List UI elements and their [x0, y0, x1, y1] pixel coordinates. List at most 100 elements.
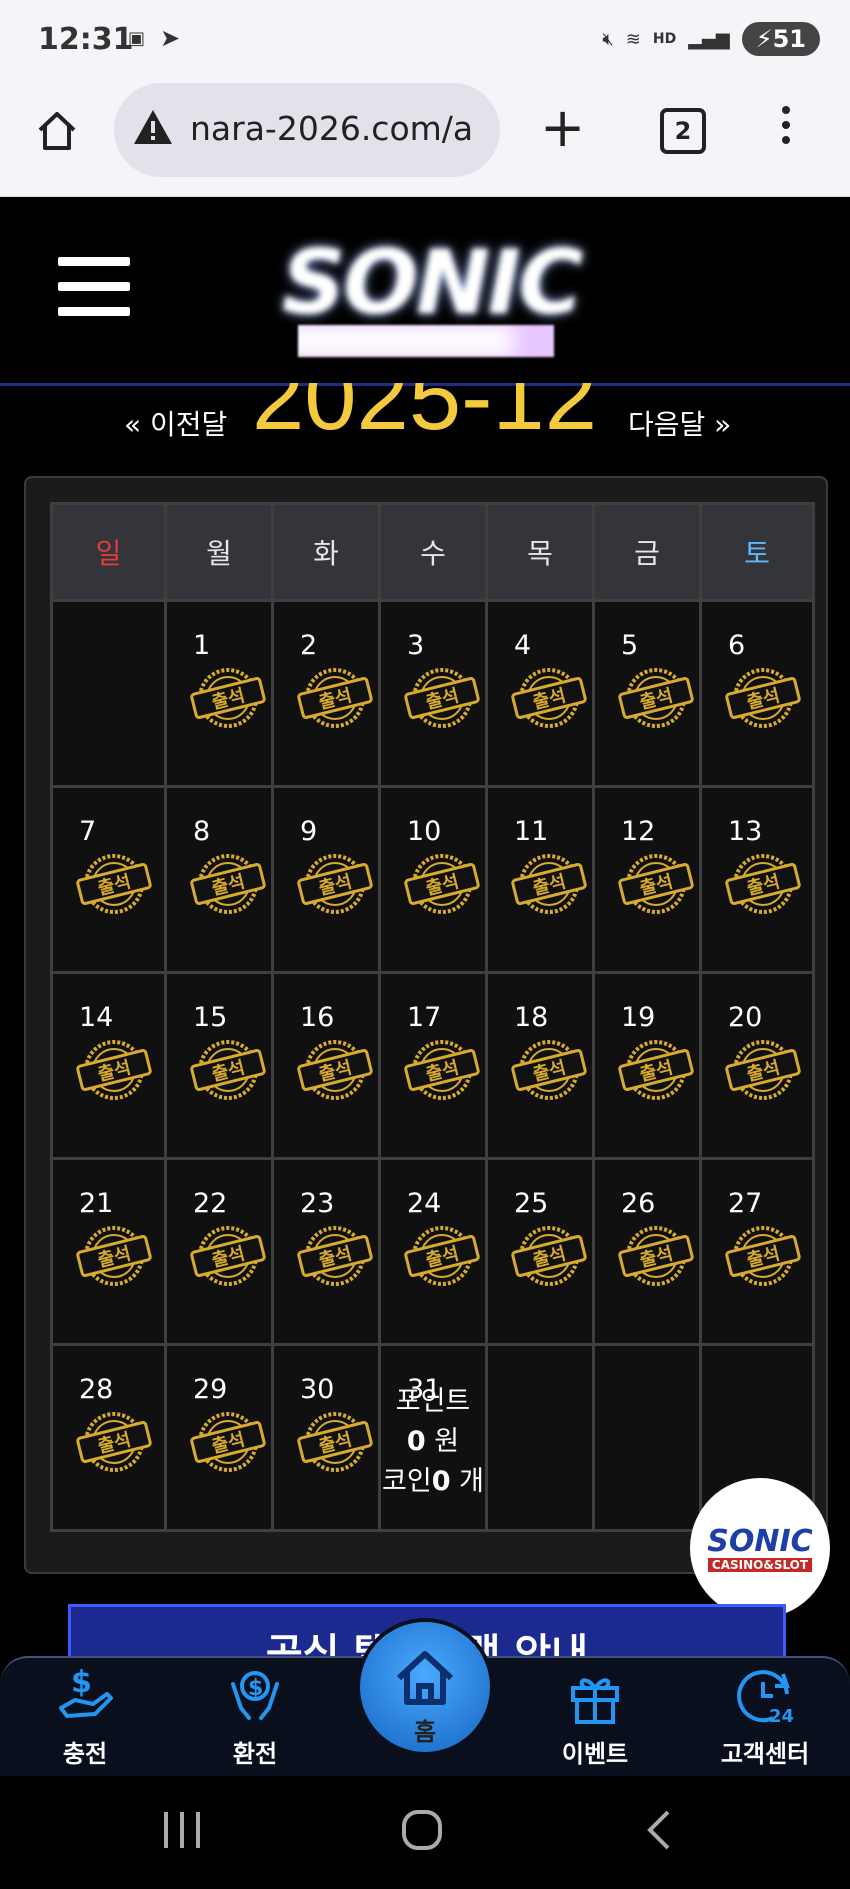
day-number: 20 [728, 1002, 763, 1033]
calendar-day-cell[interactable]: 24 출석 [378, 1157, 488, 1346]
address-bar[interactable]: nara-2026.com/a [114, 83, 500, 177]
nav-support[interactable]: 24 고객센터 [690, 1664, 840, 1769]
nav-withdraw[interactable]: $ 환전 [180, 1664, 330, 1769]
calendar-day-cell[interactable]: 17 출석 [378, 971, 488, 1160]
recent-apps-icon[interactable] [160, 1810, 204, 1850]
attendance-stamp-icon: 출석 [297, 668, 373, 728]
calendar-day-cell[interactable]: 8 출석 [164, 785, 274, 974]
calendar-day-cell[interactable]: 31 포인트 0 원 코인0 개 [378, 1343, 488, 1532]
tab-switcher-button[interactable]: 2 [660, 108, 706, 154]
day-number: 3 [407, 630, 425, 661]
day-number: 26 [621, 1188, 656, 1219]
withdraw-icon: $ [231, 1671, 279, 1720]
svg-text:$: $ [71, 1665, 92, 1700]
site-logo[interactable]: SONIC [270, 231, 586, 357]
day-number: 16 [300, 1002, 335, 1033]
attendance-stamp-icon: 출석 [404, 668, 480, 728]
weekday-sat: 토 [699, 502, 815, 602]
home-system-icon[interactable] [400, 1808, 444, 1852]
calendar-day-cell[interactable]: 25 출석 [485, 1157, 595, 1346]
calendar-day-cell[interactable]: 21 출석 [50, 1157, 167, 1346]
calendar-day-cell[interactable]: 26 출석 [592, 1157, 702, 1346]
hamburger-menu-icon[interactable] [58, 257, 130, 332]
calendar-day-cell[interactable]: 20 출석 [699, 971, 815, 1160]
calendar-day-cell[interactable]: 2 출석 [271, 599, 381, 788]
nav-support-label: 고객센터 [720, 1740, 810, 1768]
calendar-week: 14 출석 15 출석 16 출석 17 출석 18 출석 19 출석 20 출석 [50, 971, 815, 1160]
calendar-day-cell[interactable]: 11 출석 [485, 785, 595, 974]
calendar-day-cell[interactable]: 23 출석 [271, 1157, 381, 1346]
prev-month-link[interactable]: « 이전달 [124, 403, 227, 443]
attendance-stamp-icon: 출석 [618, 668, 694, 728]
calendar-day-cell[interactable]: 15 출석 [164, 971, 274, 1160]
coin-amount: 코인0 개 [382, 1466, 484, 1497]
calendar-day-cell[interactable]: 12 출석 [592, 785, 702, 974]
wifi-icon: ≋ [625, 28, 641, 50]
attendance-stamp-icon: 출석 [618, 1226, 694, 1286]
nav-home[interactable]: 홈 [360, 1622, 490, 1752]
floating-brand-button[interactable]: SONIC CASINO&SLOT [690, 1478, 830, 1618]
calendar-grid: 일 월 화 수 목 금 토 1 출석 2 출석 3 출석 4 출석 5 출석 6 출석 7 출석 8 출석 9 출… [50, 502, 815, 1532]
calendar-day-cell[interactable]: 28 출석 [50, 1343, 167, 1532]
support-24-icon: 24 [737, 1670, 794, 1727]
calendar-day-cell[interactable]: 30 출석 [271, 1343, 381, 1532]
day-number: 22 [193, 1188, 228, 1219]
calendar-day-cell[interactable]: 16 출석 [271, 971, 381, 1160]
points-amount: 0 원 [406, 1426, 460, 1457]
attendance-stamp-icon: 출석 [404, 1040, 480, 1100]
attendance-stamp-icon: 출석 [297, 1412, 373, 1472]
attendance-stamp-icon: 출석 [190, 1226, 266, 1286]
browser-menu-icon[interactable] [782, 106, 794, 151]
day-number: 1 [193, 630, 211, 661]
calendar-day-cell[interactable]: 27 출석 [699, 1157, 815, 1346]
calendar-day-cell[interactable]: 6 출석 [699, 599, 815, 788]
attendance-stamp-icon: 출석 [618, 854, 694, 914]
attendance-stamp-icon: 출석 [76, 854, 152, 914]
attendance-stamp-icon: 출석 [404, 1226, 480, 1286]
clock: 12:31 [38, 22, 134, 57]
browser-home-icon[interactable] [34, 108, 80, 154]
badge-subtitle: CASINO&SLOT [708, 1558, 812, 1572]
badge-brand: SONIC [707, 1524, 813, 1559]
url-text: nara-2026.com/a [190, 109, 474, 148]
notification-icon: ▣ [128, 28, 146, 49]
back-icon[interactable] [644, 1808, 674, 1852]
home-icon [396, 1651, 454, 1705]
day-number: 18 [514, 1002, 549, 1033]
weekday-fri: 금 [592, 502, 702, 602]
new-tab-icon[interactable]: + [540, 96, 585, 159]
calendar-week: 7 출석 8 출석 9 출석 10 출석 11 출석 12 출석 13 출석 [50, 785, 815, 974]
attendance-stamp-icon: 출석 [190, 1412, 266, 1472]
calendar-day-cell[interactable]: 19 출석 [592, 971, 702, 1160]
calendar-day-cell[interactable]: 9 출석 [271, 785, 381, 974]
deposit-icon: $ [59, 1665, 113, 1718]
status-bar: 12:31 ▣ ➤ 🔇︎ ≋ HD ▂▄▆ ⚡51 [0, 0, 850, 78]
attendance-stamp-icon: 출석 [190, 1040, 266, 1100]
hd-voice-icon: HD [652, 31, 677, 47]
next-month-link[interactable]: 다음달 » [628, 403, 731, 443]
calendar-day-cell[interactable]: 10 출석 [378, 785, 488, 974]
attendance-stamp-icon: 출석 [297, 1226, 373, 1286]
day-number: 5 [621, 630, 639, 661]
calendar-day-cell[interactable]: 29 출석 [164, 1343, 274, 1532]
battery-indicator: ⚡51 [741, 22, 820, 56]
calendar-day-cell[interactable]: 14 출석 [50, 971, 167, 1160]
attendance-stamp-icon: 출석 [190, 854, 266, 914]
calendar-day-cell[interactable]: 13 출석 [699, 785, 815, 974]
calendar-day-cell[interactable]: 7 출석 [50, 785, 167, 974]
calendar-day-cell[interactable]: 4 출석 [485, 599, 595, 788]
calendar-day-cell [592, 1343, 702, 1532]
calendar-day-cell[interactable]: 5 출석 [592, 599, 702, 788]
calendar-day-cell[interactable]: 3 출석 [378, 599, 488, 788]
nav-deposit[interactable]: $ 충전 [10, 1664, 160, 1769]
day-number: 29 [193, 1374, 228, 1405]
current-month-title: 2025-12 [252, 383, 597, 449]
calendar-day-cell[interactable]: 1 출석 [164, 599, 274, 788]
day-number: 14 [79, 1002, 114, 1033]
calendar-day-cell [50, 599, 167, 788]
warning-icon [134, 110, 172, 144]
nav-event[interactable]: 이벤트 [520, 1664, 670, 1769]
calendar-day-cell [485, 1343, 595, 1532]
calendar-day-cell[interactable]: 18 출석 [485, 971, 595, 1160]
calendar-day-cell[interactable]: 22 출석 [164, 1157, 274, 1346]
